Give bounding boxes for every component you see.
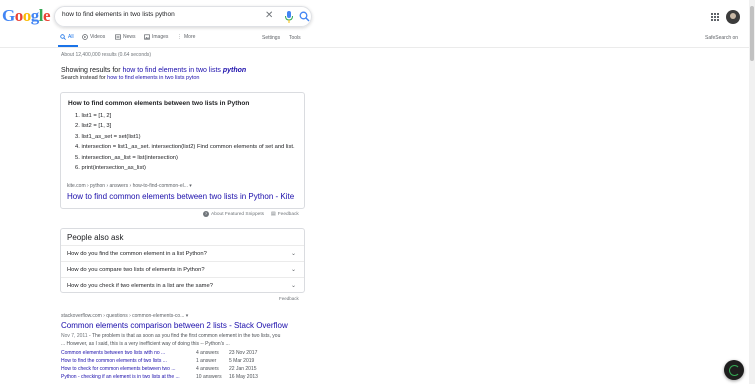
extension-fab-icon[interactable] [724,360,744,380]
paa-question[interactable]: How do you find the common element in a … [61,245,304,261]
result-stats: About 12,400,000 results (0.64 seconds) [61,52,152,58]
tab-news[interactable]: News [115,34,136,40]
paa-title: People also ask [67,233,124,242]
result-title-link[interactable]: Common elements comparison between 2 lis… [61,321,288,330]
feedback-icon: ▤ [271,211,276,217]
sitelink[interactable]: How to find the common elements of two l… [61,358,167,364]
featured-snippet-title: How to find common elements between two … [68,100,250,107]
list-item: 5. intersection_as_list = list(intersect… [75,154,178,161]
search-box[interactable]: how to find elements in two lists python… [54,6,312,27]
help-icon: ? [203,211,209,217]
image-icon [144,34,150,40]
tab-all[interactable]: All [60,34,74,40]
chevron-down-icon: ⌄ [290,283,296,289]
news-icon [115,34,121,40]
tab-videos[interactable]: Videos [82,34,105,40]
chevron-down-icon: ⌄ [290,267,296,273]
corrected-query-link[interactable]: how to find elements in two lists python [122,67,246,74]
list-item: 6. print(intersection_as_list) [75,164,146,171]
sitelink[interactable]: How to check for common elements between… [61,366,176,372]
paa-question[interactable]: How do you compare two lists of elements… [61,261,304,277]
paa-feedback-link[interactable]: Feedback [279,296,299,301]
chevron-down-icon[interactable]: ▾ [189,183,192,189]
featured-snippet-url: kite.com › python › answers › how-to-fin… [67,183,192,189]
clear-icon[interactable]: ✕ [265,10,273,21]
result-url: stackoverflow.com › questions › common-e… [61,313,189,319]
chevron-down-icon: ⌄ [290,251,296,257]
search-input[interactable]: how to find elements in two lists python [62,11,175,18]
more-icon: ⋮ [177,34,182,40]
featured-feedback-link[interactable]: ▤ Feedback [271,211,299,217]
account-avatar[interactable] [726,10,740,24]
microphone-icon[interactable] [284,11,294,23]
tab-images[interactable]: Images [144,34,168,40]
result-snippet: Nov 7, 2011 - The problem is that as soo… [61,333,281,347]
search-instead-for: Search instead for how to find elements … [61,75,200,81]
sitelink[interactable]: Python - checking if an element is in tw… [61,374,180,380]
original-query-link[interactable]: how to find elements in two lists pyton [107,75,199,81]
list-item: 4. intersection = list1_as_set. intersec… [75,144,295,151]
list-item: 1. list1 = [1, 2] [75,113,112,119]
video-icon [82,34,88,40]
scrollbar-thumb[interactable] [750,6,754,61]
list-item: 2. list2 = [1, 3] [75,123,112,130]
about-featured-snippets[interactable]: ? About Featured Snippets [203,211,264,217]
tools-link[interactable]: Tools [289,35,301,41]
google-logo[interactable]: Google [2,6,51,26]
chevron-down-icon[interactable]: ▾ [186,313,189,319]
safesearch-label[interactable]: SafeSearch on [705,35,738,41]
featured-snippet-link[interactable]: How to find common elements between two … [67,192,294,201]
search-icon [60,34,66,40]
paa-question[interactable]: How do you check if two elements in a li… [61,277,304,293]
tab-more[interactable]: ⋮ More [177,34,195,40]
search-icon[interactable] [299,11,310,22]
header-divider [0,47,749,48]
sitelink[interactable]: Common elements between two lists with n… [61,350,165,356]
settings-link[interactable]: Settings [262,35,280,41]
featured-snippet-steps: 1. list1 = [1, 2] 2. list2 = [1, 3] 3. l… [75,113,297,175]
list-item: 3. list1_as_set = set(list1) [75,133,141,140]
apps-grid-icon[interactable] [711,13,719,21]
showing-results-for: Showing results for how to find elements… [61,67,247,74]
people-also-ask: People also ask How do you find the comm… [60,228,305,293]
